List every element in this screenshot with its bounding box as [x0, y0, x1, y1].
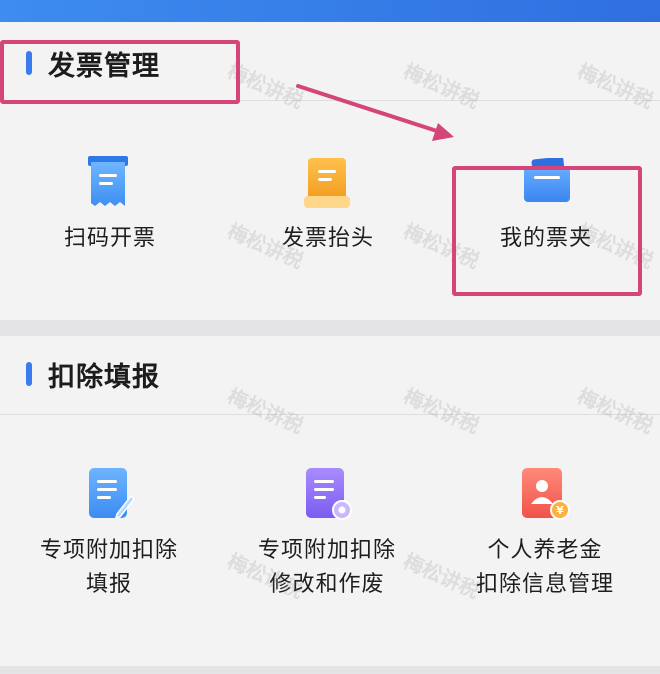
pointer-arrow [296, 84, 454, 141]
